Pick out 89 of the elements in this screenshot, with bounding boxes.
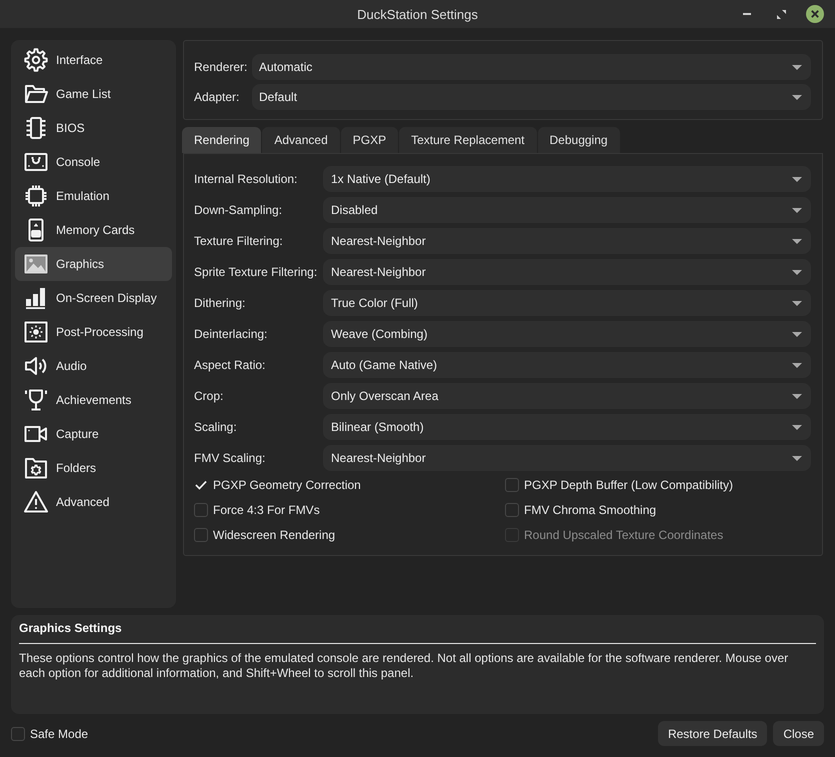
checkmark-icon xyxy=(195,480,207,490)
caret-icon xyxy=(792,270,802,274)
trophy-icon xyxy=(24,388,48,412)
checkbox[interactable] xyxy=(11,726,25,740)
sidebar-item[interactable]: Folders xyxy=(15,451,172,485)
checkbox[interactable] xyxy=(194,478,208,492)
gear-icon xyxy=(24,48,48,72)
sidebar-item[interactable]: Capture xyxy=(15,417,172,451)
checkbox-label: PGXP Geometry Correction xyxy=(213,478,361,492)
dialog-button[interactable]: Close xyxy=(773,721,824,746)
sidebar-item[interactable]: Console xyxy=(15,145,172,179)
caret-icon xyxy=(792,94,802,100)
field-label: Dithering: xyxy=(194,296,246,310)
checkbox-label: FMV Chroma Smoothing xyxy=(524,503,656,517)
sidebar-item[interactable]: Achievements xyxy=(15,383,172,417)
caret-icon xyxy=(792,394,802,398)
sidebar-item[interactable]: Graphics xyxy=(15,247,172,281)
dropdown[interactable]: Bilinear (Smooth) xyxy=(323,414,811,440)
folder-gear-icon xyxy=(24,456,48,480)
sidebar-item[interactable]: BIOS xyxy=(15,111,172,145)
field-label: Deinterlacing: xyxy=(194,327,268,341)
caret-icon xyxy=(792,64,802,70)
dropdown[interactable]: Disabled xyxy=(323,197,811,223)
field-label: Texture Filtering: xyxy=(194,234,284,248)
tab[interactable]: PGXP xyxy=(340,127,398,153)
dropdown[interactable]: Default xyxy=(252,84,811,110)
field-label: Scaling: xyxy=(194,420,238,434)
processor-icon xyxy=(24,184,48,208)
dropdown[interactable]: Auto (Game Native) xyxy=(323,352,811,378)
tab[interactable]: Rendering xyxy=(182,127,262,153)
checkbox[interactable] xyxy=(505,478,519,492)
checkbox[interactable] xyxy=(194,503,208,517)
checkbox[interactable] xyxy=(505,503,519,517)
sidebar-item[interactable]: Interface xyxy=(15,43,172,77)
checkbox[interactable] xyxy=(194,528,208,542)
caret-icon xyxy=(792,238,802,244)
field-label: Sprite Texture Filtering: xyxy=(194,265,318,279)
close-icon[interactable] xyxy=(806,5,824,23)
dropdown[interactable]: Weave (Combing) xyxy=(323,321,811,347)
speaker-icon xyxy=(24,354,48,378)
dropdown[interactable]: Nearest-Neighbor xyxy=(323,445,811,471)
checkbox-label: PGXP Depth Buffer (Low Compatibility) xyxy=(524,478,733,492)
sidebar-item[interactable]: Game List xyxy=(15,77,172,111)
caret-icon xyxy=(792,176,802,182)
sidebar-item[interactable]: Audio xyxy=(15,349,172,383)
checkbox-label: Widescreen Rendering xyxy=(213,528,336,542)
checkbox-label: Round Upscaled Texture Coordinates xyxy=(524,528,724,542)
dropdown[interactable]: True Color (Full) xyxy=(323,290,811,316)
field-label: Crop: xyxy=(194,389,224,403)
console-icon xyxy=(24,150,48,174)
caret-icon xyxy=(792,300,802,306)
warning-icon xyxy=(24,490,48,514)
caret-icon xyxy=(792,208,802,212)
tab[interactable]: Texture Replacement xyxy=(399,127,536,153)
image-icon xyxy=(24,252,48,276)
sidebar-item[interactable]: Memory Cards xyxy=(15,213,172,247)
sidebar-item[interactable]: Emulation xyxy=(15,179,172,213)
field-label: Internal Resolution: xyxy=(194,172,298,186)
caret-icon xyxy=(792,362,802,368)
checkbox-label: Safe Mode xyxy=(30,726,88,740)
bar-chart-icon xyxy=(24,286,48,310)
field-label: Adapter: xyxy=(194,90,240,104)
dropdown[interactable]: Only Overscan Area xyxy=(323,383,811,409)
brightness-icon xyxy=(24,320,48,344)
dropdown[interactable]: Nearest-Neighbor xyxy=(323,259,811,285)
folder-icon xyxy=(24,82,48,106)
tab[interactable]: Debugging xyxy=(538,127,620,153)
dropdown[interactable]: 1x Native (Default) xyxy=(323,166,811,192)
info-text: These options control how the graphics of the emulated console are rendered. Not all options are available for the software renderer. Mouse over each option for additional information, and Shift+Wheel to scroll this panel. xyxy=(19,651,790,681)
minimize-icon[interactable] xyxy=(743,13,751,15)
field-label: Renderer: xyxy=(194,60,248,74)
chip-icon xyxy=(24,116,48,140)
info-title: Graphics Settings xyxy=(19,620,123,636)
field-label: FMV Scaling: xyxy=(194,451,266,465)
sidebar-item[interactable]: Advanced xyxy=(15,485,172,519)
caret-icon xyxy=(792,456,802,460)
caret-icon xyxy=(792,332,802,336)
maximize-icon[interactable] xyxy=(776,10,786,18)
caret-icon xyxy=(792,424,802,430)
field-label: Aspect Ratio: xyxy=(194,358,266,372)
sidebar-item[interactable]: Post-Processing xyxy=(15,315,172,349)
dialog-button[interactable]: Restore Defaults xyxy=(658,721,768,746)
checkbox-label: Force 4:3 For FMVs xyxy=(213,503,320,517)
field-label: Down-Sampling: xyxy=(194,203,284,217)
dropdown[interactable]: Nearest-Neighbor xyxy=(323,228,811,254)
tab[interactable]: Advanced xyxy=(262,127,340,153)
sidebar-item[interactable]: On-Screen Display xyxy=(15,281,172,315)
dropdown[interactable]: Automatic xyxy=(252,54,811,80)
window-title: DuckStation Settings xyxy=(357,6,478,22)
